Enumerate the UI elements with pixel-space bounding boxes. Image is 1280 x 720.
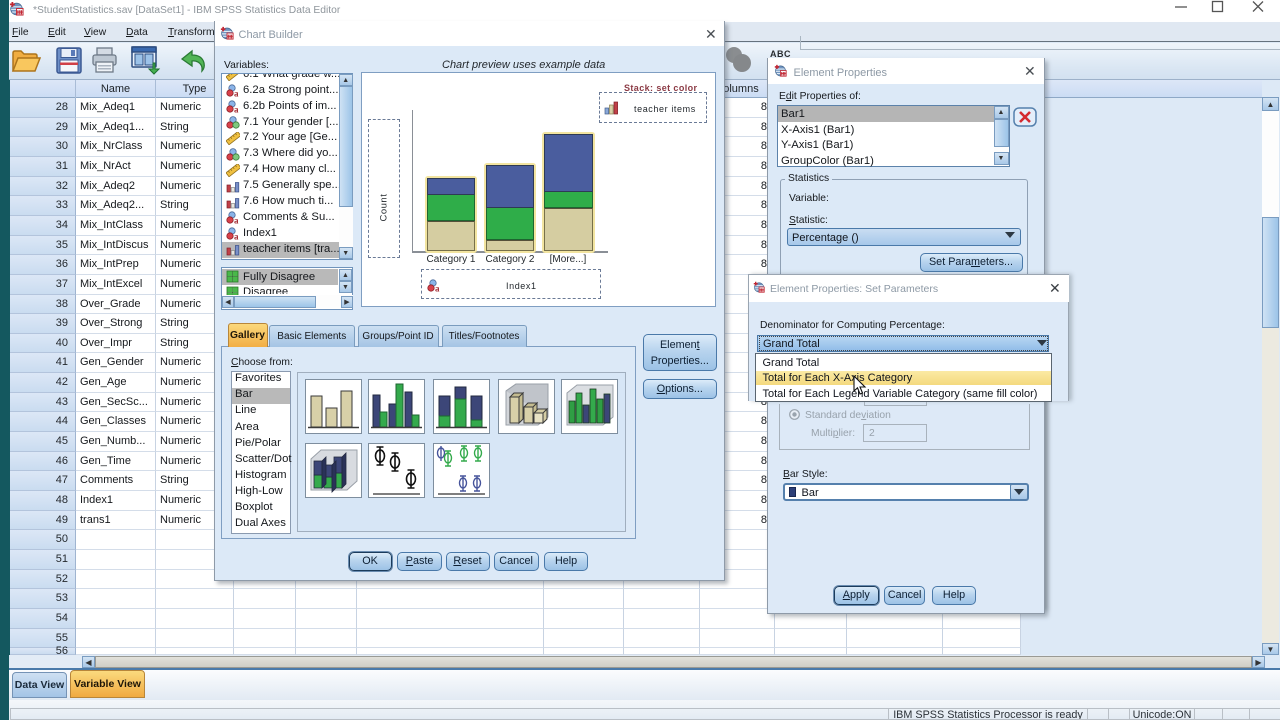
svg-text:a: a xyxy=(435,284,440,293)
